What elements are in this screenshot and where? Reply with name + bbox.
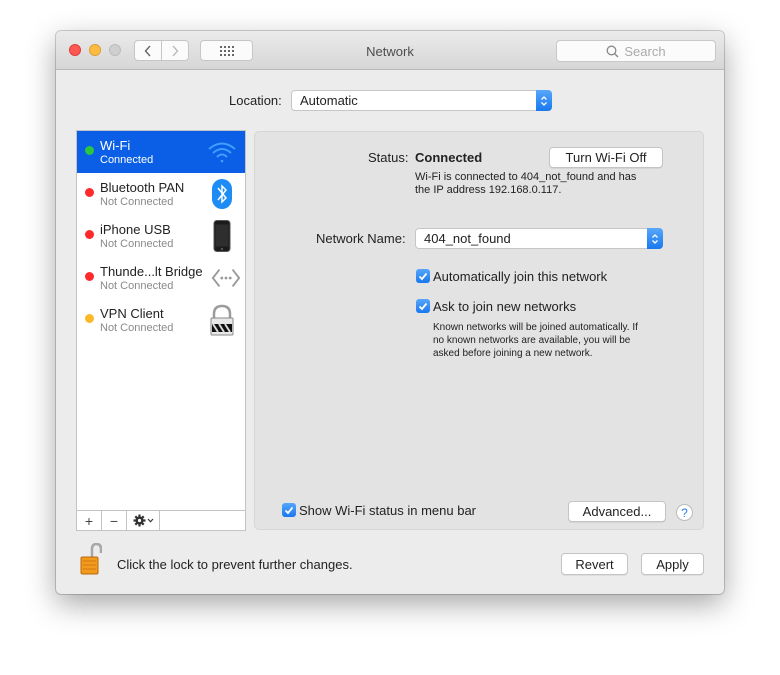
network-name-label: Network Name:	[316, 231, 406, 246]
show-wifi-status-checkbox[interactable]	[282, 503, 296, 517]
service-name: Bluetooth PAN	[100, 180, 185, 195]
network-preferences-window: Network Search Location: Automatic Wi-Fi…	[56, 31, 724, 594]
advanced-button[interactable]: Advanced...	[568, 501, 666, 522]
checkmark-icon	[418, 302, 428, 310]
service-name: VPN Client	[100, 306, 164, 321]
service-item-thunderbolt-bridge[interactable]: Thunde...lt Bridge Not Connected	[77, 257, 245, 299]
wifi-detail-panel: Status: Connected Turn Wi-Fi Off Wi-Fi i…	[254, 131, 704, 530]
status-label: Status:	[368, 150, 409, 165]
apply-button[interactable]: Apply	[641, 553, 704, 575]
location-popup[interactable]: Automatic	[291, 90, 552, 111]
service-item-bluetooth-pan[interactable]: Bluetooth PAN Not Connected	[77, 173, 245, 215]
status-dot-red	[85, 188, 94, 197]
title-bar: Network Search	[56, 31, 724, 70]
wifi-icon	[207, 136, 237, 168]
turn-wifi-off-button[interactable]: Turn Wi-Fi Off	[549, 147, 663, 168]
service-name: Wi-Fi	[100, 138, 131, 153]
checkmark-icon	[418, 272, 428, 280]
status-description-line: Wi-Fi is connected to 404_not_found and …	[415, 171, 637, 183]
location-value: Automatic	[300, 93, 358, 108]
status-dot-green	[85, 146, 94, 155]
thunderbolt-bridge-icon	[211, 262, 241, 294]
help-button[interactable]: ?	[676, 504, 693, 521]
remove-service-button[interactable]: −	[102, 511, 127, 530]
popup-arrows-icon	[536, 90, 552, 111]
ask-join-description-line: Known networks will be joined automatica…	[433, 322, 638, 333]
network-name-popup[interactable]: 404_not_found	[415, 228, 663, 249]
lock-button[interactable]	[80, 542, 103, 580]
status-description-line: the IP address 192.168.0.117.	[415, 184, 562, 196]
ask-join-description: Known networks will be joined automatica…	[433, 321, 638, 360]
status-dot-yellow	[85, 314, 94, 323]
minus-icon: −	[109, 512, 119, 529]
status-dot-red	[85, 272, 94, 281]
lock-message: Click the lock to prevent further change…	[117, 557, 353, 572]
plus-icon: +	[84, 512, 94, 529]
action-menu-button[interactable]	[127, 511, 160, 530]
ask-join-checkbox[interactable]	[416, 299, 430, 313]
chevron-down-icon	[147, 518, 153, 523]
service-item-wifi[interactable]: Wi-Fi Connected	[77, 131, 245, 173]
service-status: Connected	[100, 154, 154, 166]
service-status: Not Connected	[100, 322, 174, 334]
service-item-iphone-usb[interactable]: iPhone USB Not Connected	[77, 215, 245, 257]
auto-join-checkbox[interactable]	[416, 269, 430, 283]
ask-join-description-line: asked before joining a new network.	[433, 348, 593, 359]
service-list-toolbar: + −	[77, 510, 245, 530]
search-icon	[606, 45, 619, 57]
service-name: Thunde...lt Bridge	[100, 264, 203, 279]
iphone-icon	[207, 220, 237, 252]
status-value: Connected	[415, 150, 483, 165]
service-status: Not Connected	[100, 280, 174, 292]
bluetooth-icon	[207, 178, 237, 210]
service-status: Not Connected	[100, 238, 174, 250]
service-name: iPhone USB	[100, 222, 171, 237]
service-status: Not Connected	[100, 196, 174, 208]
ask-join-label[interactable]: Ask to join new networks	[433, 299, 576, 314]
checkmark-icon	[284, 506, 294, 514]
add-service-button[interactable]: +	[77, 511, 102, 530]
auto-join-label[interactable]: Automatically join this network	[433, 269, 607, 284]
show-wifi-status-label[interactable]: Show Wi-Fi status in menu bar	[299, 503, 476, 518]
vpn-lock-icon	[207, 304, 237, 336]
location-label: Location:	[229, 93, 282, 108]
search-field[interactable]: Search	[556, 40, 716, 62]
search-placeholder: Search	[624, 43, 666, 59]
unlocked-padlock-icon	[80, 542, 103, 575]
status-dot-red	[85, 230, 94, 239]
service-item-vpn-client[interactable]: VPN Client Not Connected	[77, 299, 245, 341]
network-name-value: 404_not_found	[424, 231, 511, 246]
ask-join-description-line: no known networks are available, you wil…	[433, 335, 631, 346]
status-description: Wi-Fi is connected to 404_not_found and …	[415, 171, 636, 197]
popup-arrows-icon	[647, 228, 663, 249]
revert-button[interactable]: Revert	[561, 553, 628, 575]
gear-icon	[133, 514, 145, 527]
service-list: Wi-Fi Connected Bluetooth PAN Not Connec…	[76, 130, 246, 531]
